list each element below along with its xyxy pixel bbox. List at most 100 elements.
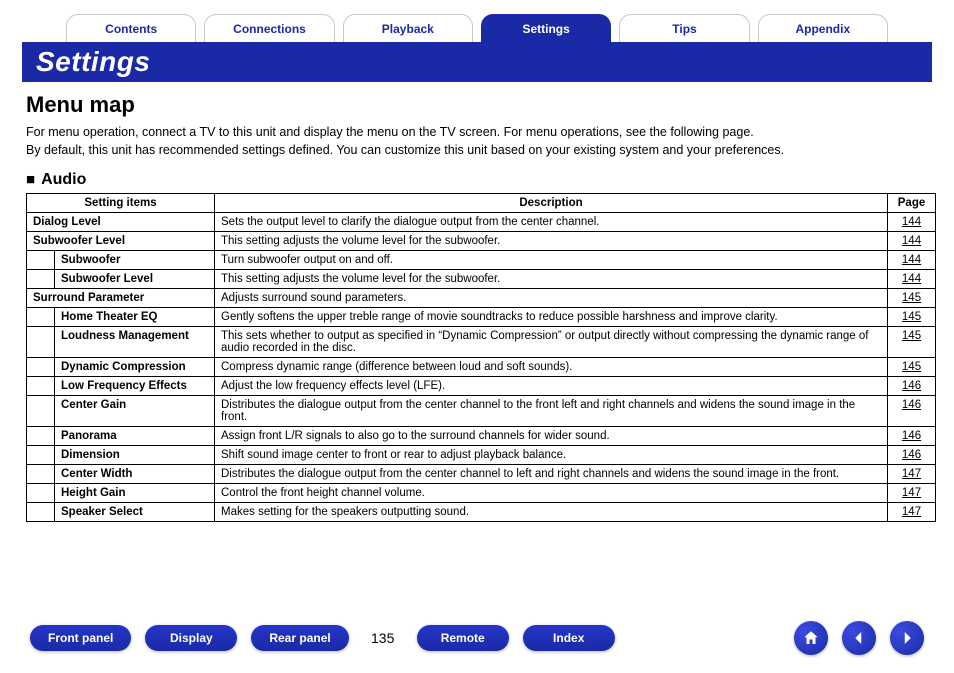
section-title: Menu map xyxy=(26,92,932,118)
setting-description: Compress dynamic range (difference betwe… xyxy=(215,358,888,377)
tab-contents[interactable]: Contents xyxy=(66,14,196,42)
setting-page-link[interactable]: 146 xyxy=(888,377,936,396)
th-setting-items: Setting items xyxy=(27,194,215,213)
setting-description: Control the front height channel volume. xyxy=(215,484,888,503)
table-row: Subwoofer LevelThis setting adjusts the … xyxy=(27,270,936,289)
setting-page-link[interactable]: 145 xyxy=(888,327,936,358)
table-row: Low Frequency EffectsAdjust the low freq… xyxy=(27,377,936,396)
setting-page-link[interactable]: 145 xyxy=(888,358,936,377)
setting-page-link[interactable]: 146 xyxy=(888,427,936,446)
display-button[interactable]: Display xyxy=(145,625,237,651)
setting-description: Distributes the dialogue output from the… xyxy=(215,396,888,427)
setting-page-link[interactable]: 145 xyxy=(888,289,936,308)
setting-subitem: Height Gain xyxy=(55,484,215,503)
setting-subitem: Center Gain xyxy=(55,396,215,427)
tab-appendix[interactable]: Appendix xyxy=(758,14,888,42)
remote-button[interactable]: Remote xyxy=(417,625,509,651)
tab-connections[interactable]: Connections xyxy=(204,14,334,42)
indent-cell xyxy=(27,251,55,270)
home-icon[interactable] xyxy=(794,621,828,655)
rear-panel-button[interactable]: Rear panel xyxy=(251,625,348,651)
setting-subitem: Loudness Management xyxy=(55,327,215,358)
setting-description: Makes setting for the speakers outputtin… xyxy=(215,503,888,522)
setting-description: Distributes the dialogue output from the… xyxy=(215,465,888,484)
setting-page-link[interactable]: 147 xyxy=(888,484,936,503)
table-row: Center GainDistributes the dialogue outp… xyxy=(27,396,936,427)
setting-description: Adjust the low frequency effects level (… xyxy=(215,377,888,396)
intro-line1: For menu operation, connect a TV to this… xyxy=(26,125,754,139)
setting-subitem: Dimension xyxy=(55,446,215,465)
table-header-row: Setting items Description Page xyxy=(27,194,936,213)
indent-cell xyxy=(27,270,55,289)
intro-text: For menu operation, connect a TV to this… xyxy=(26,124,928,159)
setting-item: Surround Parameter xyxy=(27,289,215,308)
indent-cell xyxy=(27,377,55,396)
tab-settings[interactable]: Settings xyxy=(481,14,611,42)
table-row: Subwoofer LevelThis setting adjusts the … xyxy=(27,232,936,251)
setting-item: Subwoofer Level xyxy=(27,232,215,251)
indent-cell xyxy=(27,446,55,465)
indent-cell xyxy=(27,327,55,358)
indent-cell xyxy=(27,484,55,503)
setting-description: Shift sound image center to front or rea… xyxy=(215,446,888,465)
table-row: Surround ParameterAdjusts surround sound… xyxy=(27,289,936,308)
indent-cell xyxy=(27,358,55,377)
setting-description: Gently softens the upper treble range of… xyxy=(215,308,888,327)
setting-page-link[interactable]: 145 xyxy=(888,308,936,327)
table-row: DimensionShift sound image center to fro… xyxy=(27,446,936,465)
setting-subitem: Speaker Select xyxy=(55,503,215,522)
table-row: Height GainControl the front height chan… xyxy=(27,484,936,503)
setting-description: Sets the output level to clarify the dia… xyxy=(215,213,888,232)
setting-description: This setting adjusts the volume level fo… xyxy=(215,232,888,251)
table-row: Speaker SelectMakes setting for the spea… xyxy=(27,503,936,522)
setting-page-link[interactable]: 146 xyxy=(888,396,936,427)
indent-cell xyxy=(27,465,55,484)
setting-subitem: Subwoofer Level xyxy=(55,270,215,289)
settings-table: Setting items Description Page Dialog Le… xyxy=(26,193,936,522)
setting-page-link[interactable]: 146 xyxy=(888,446,936,465)
top-tabs: Contents Connections Playback Settings T… xyxy=(22,14,932,42)
setting-page-link[interactable]: 147 xyxy=(888,465,936,484)
indent-cell xyxy=(27,503,55,522)
table-row: PanoramaAssign front L/R signals to also… xyxy=(27,427,936,446)
table-row: Dynamic CompressionCompress dynamic rang… xyxy=(27,358,936,377)
tab-tips[interactable]: Tips xyxy=(619,14,749,42)
setting-page-link[interactable]: 144 xyxy=(888,232,936,251)
audio-heading: Audio xyxy=(26,171,932,189)
tab-playback[interactable]: Playback xyxy=(343,14,473,42)
th-page: Page xyxy=(888,194,936,213)
setting-subitem: Subwoofer xyxy=(55,251,215,270)
footer: Front panel Display Rear panel 135 Remot… xyxy=(0,621,954,655)
next-icon[interactable] xyxy=(890,621,924,655)
indent-cell xyxy=(27,396,55,427)
setting-description: Assign front L/R signals to also go to t… xyxy=(215,427,888,446)
indent-cell xyxy=(27,308,55,327)
table-row: SubwooferTurn subwoofer output on and of… xyxy=(27,251,936,270)
setting-subitem: Panorama xyxy=(55,427,215,446)
setting-description: This setting adjusts the volume level fo… xyxy=(215,270,888,289)
index-button[interactable]: Index xyxy=(523,625,615,651)
setting-description: Adjusts surround sound parameters. xyxy=(215,289,888,308)
setting-subitem: Home Theater EQ xyxy=(55,308,215,327)
table-row: Home Theater EQGently softens the upper … xyxy=(27,308,936,327)
prev-icon[interactable] xyxy=(842,621,876,655)
setting-subitem: Low Frequency Effects xyxy=(55,377,215,396)
front-panel-button[interactable]: Front panel xyxy=(30,625,131,651)
setting-item: Dialog Level xyxy=(27,213,215,232)
table-row: Loudness ManagementThis sets whether to … xyxy=(27,327,936,358)
setting-page-link[interactable]: 144 xyxy=(888,213,936,232)
th-description: Description xyxy=(215,194,888,213)
table-row: Center WidthDistributes the dialogue out… xyxy=(27,465,936,484)
table-row: Dialog LevelSets the output level to cla… xyxy=(27,213,936,232)
setting-subitem: Center Width xyxy=(55,465,215,484)
setting-page-link[interactable]: 147 xyxy=(888,503,936,522)
setting-description: Turn subwoofer output on and off. xyxy=(215,251,888,270)
setting-description: This sets whether to output as specified… xyxy=(215,327,888,358)
page-number: 135 xyxy=(363,630,403,646)
indent-cell xyxy=(27,427,55,446)
page-title-band: Settings xyxy=(22,42,932,82)
intro-line2: By default, this unit has recommended se… xyxy=(26,143,784,157)
setting-page-link[interactable]: 144 xyxy=(888,251,936,270)
setting-subitem: Dynamic Compression xyxy=(55,358,215,377)
setting-page-link[interactable]: 144 xyxy=(888,270,936,289)
